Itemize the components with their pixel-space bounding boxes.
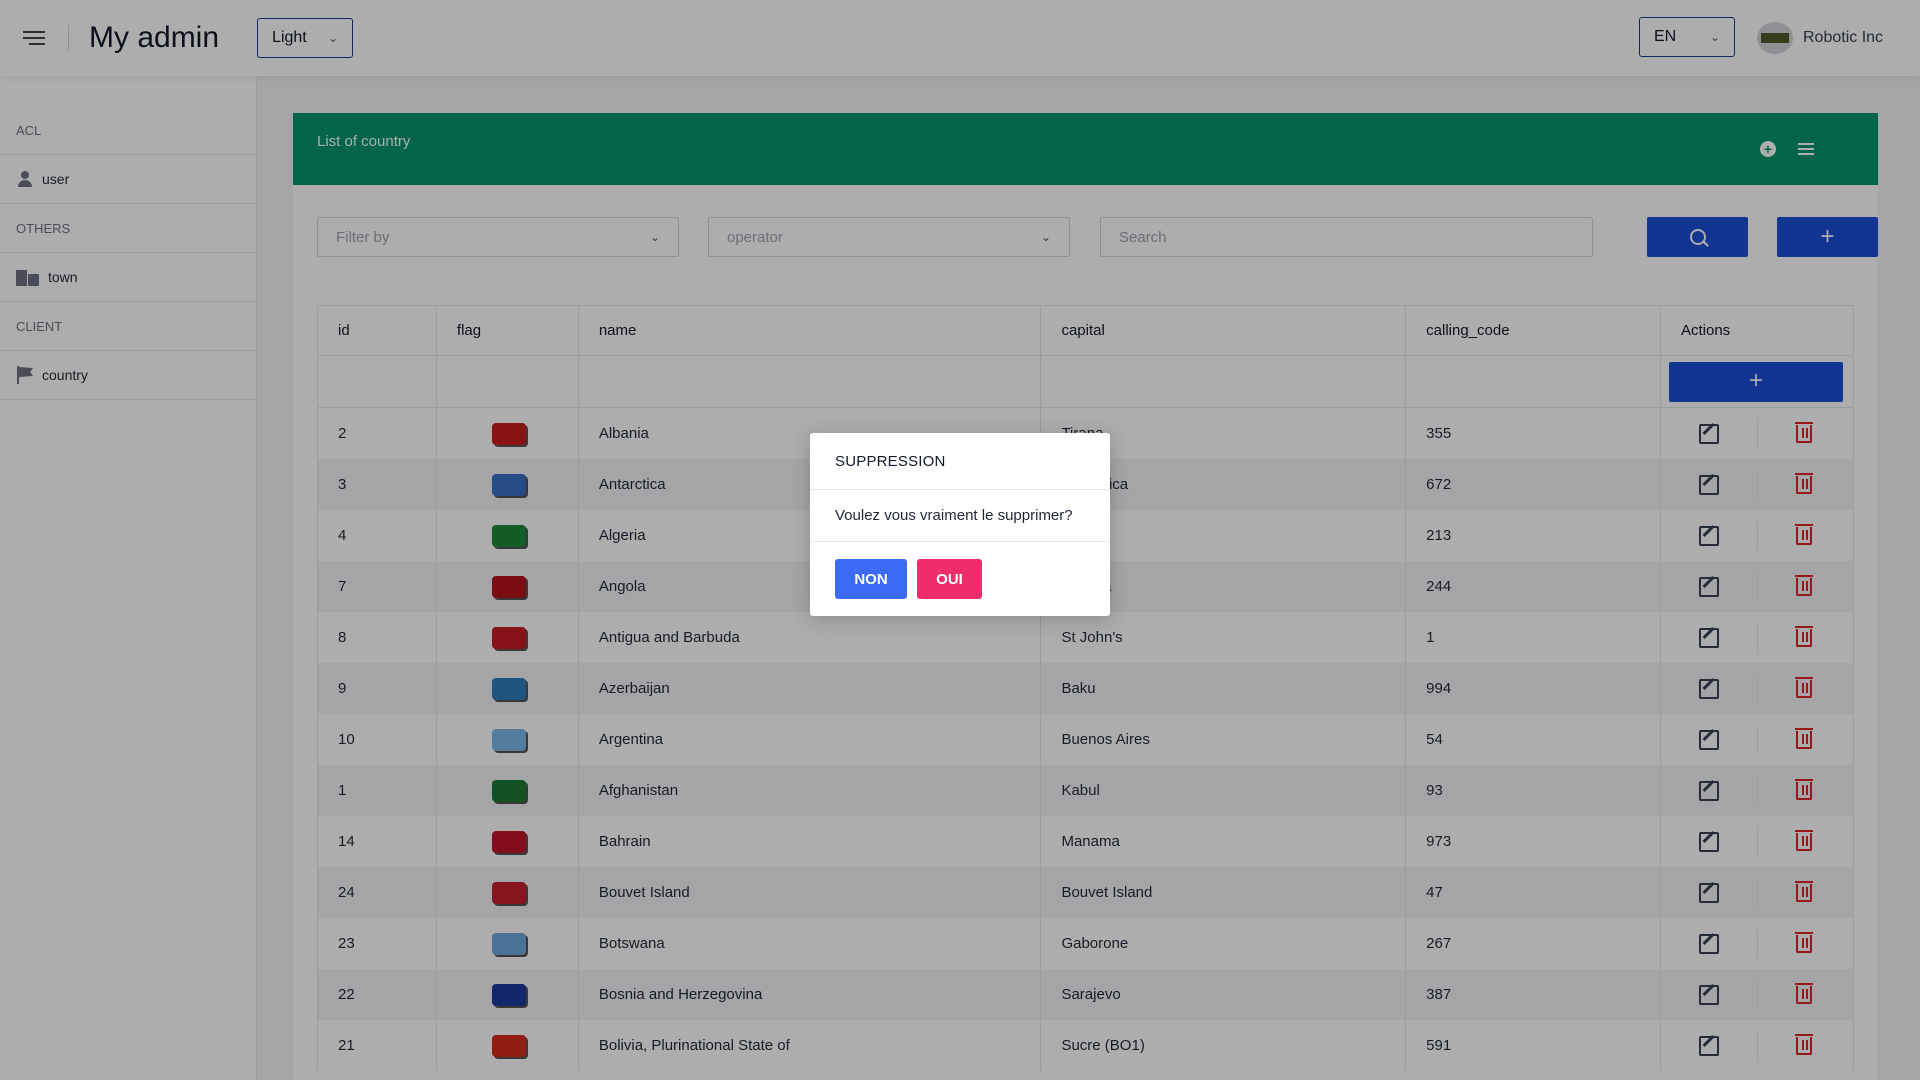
dialog-title: SUPPRESSION bbox=[810, 433, 1110, 490]
dialog-actions: NON OUI bbox=[810, 542, 1110, 599]
delete-confirm-dialog: SUPPRESSION Voulez vous vraiment le supp… bbox=[810, 433, 1110, 616]
confirm-delete-button[interactable]: OUI bbox=[917, 559, 982, 599]
cancel-button[interactable]: NON bbox=[835, 559, 907, 599]
dialog-message: Voulez vous vraiment le supprimer? bbox=[810, 490, 1110, 542]
